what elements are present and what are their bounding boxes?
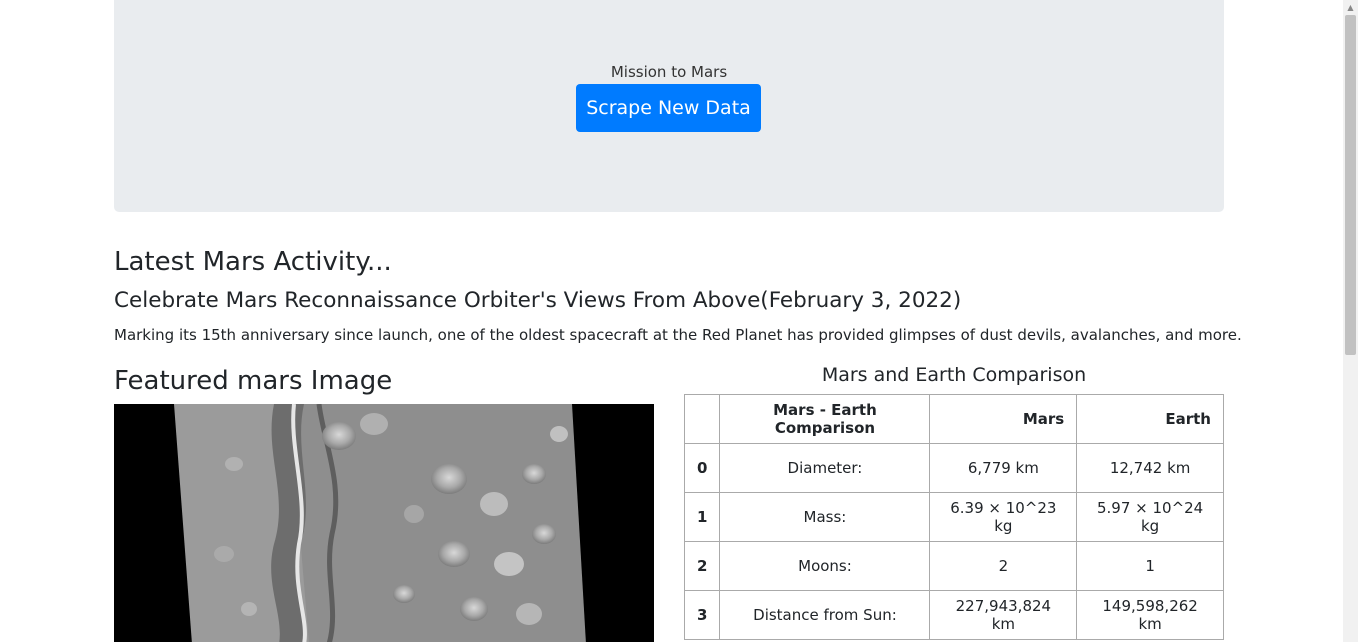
table-row: 0 Diameter: 6,779 km 12,742 km	[683, 443, 1224, 493]
row-index: 1	[683, 492, 721, 542]
column-header-mars: Mars	[929, 394, 1078, 444]
row-index: 3	[683, 590, 721, 640]
table-row: 3 Distance from Sun: 227,943,824 km 149,…	[683, 590, 1224, 640]
earth-value: 1	[1076, 541, 1224, 591]
comparison-table-title: Mars and Earth Comparison	[821, 364, 1087, 386]
jumbotron-title: Mission to Mars	[610, 63, 728, 81]
row-label: Distance from Sun:	[719, 590, 931, 640]
row-label: Mass:	[719, 492, 931, 542]
page: Mission to Mars Scrape New Data Latest M…	[0, 0, 1343, 642]
featured-mars-image	[114, 404, 654, 642]
featured-image-heading: Featured mars Image	[114, 366, 393, 396]
earth-value: 149,598,262 km	[1076, 590, 1224, 640]
mars-value: 227,943,824 km	[929, 590, 1078, 640]
scroll-up-arrow-icon[interactable]: ▲	[1343, 0, 1358, 15]
row-label: Diameter:	[719, 443, 931, 493]
news-headline: Celebrate Mars Reconnaissance Orbiter's …	[114, 288, 962, 313]
news-teaser: Marking its 15th anniversary since launc…	[114, 326, 1242, 344]
column-header-comparison: Mars - Earth Comparison	[719, 394, 931, 444]
table-row: 2 Moons: 2 1	[683, 541, 1224, 591]
row-index: 2	[683, 541, 721, 591]
scrollbar-thumb[interactable]	[1345, 15, 1356, 355]
mars-value: 6.39 × 10^23 kg	[929, 492, 1078, 542]
earth-value: 5.97 × 10^24 kg	[1076, 492, 1224, 542]
column-header-earth: Earth	[1076, 394, 1224, 444]
mars-value: 6,779 km	[929, 443, 1078, 493]
earth-value: 12,742 km	[1076, 443, 1224, 493]
mars-earth-comparison-table: Mars - Earth Comparison Mars Earth 0 Dia…	[683, 394, 1224, 640]
row-index: 0	[683, 443, 721, 493]
latest-activity-heading: Latest Mars Activity...	[114, 247, 392, 277]
scrape-new-data-button[interactable]: Scrape New Data	[576, 84, 761, 132]
mars-surface-picture	[174, 404, 586, 642]
mars-value: 2	[929, 541, 1078, 591]
jumbotron: Mission to Mars Scrape New Data	[114, 0, 1224, 212]
row-label: Moons:	[719, 541, 931, 591]
table-header-row: Mars - Earth Comparison Mars Earth	[683, 394, 1224, 444]
vertical-scrollbar[interactable]: ▲	[1343, 0, 1358, 642]
column-header-index	[683, 394, 721, 444]
table-row: 1 Mass: 6.39 × 10^23 kg 5.97 × 10^24 kg	[683, 492, 1224, 542]
